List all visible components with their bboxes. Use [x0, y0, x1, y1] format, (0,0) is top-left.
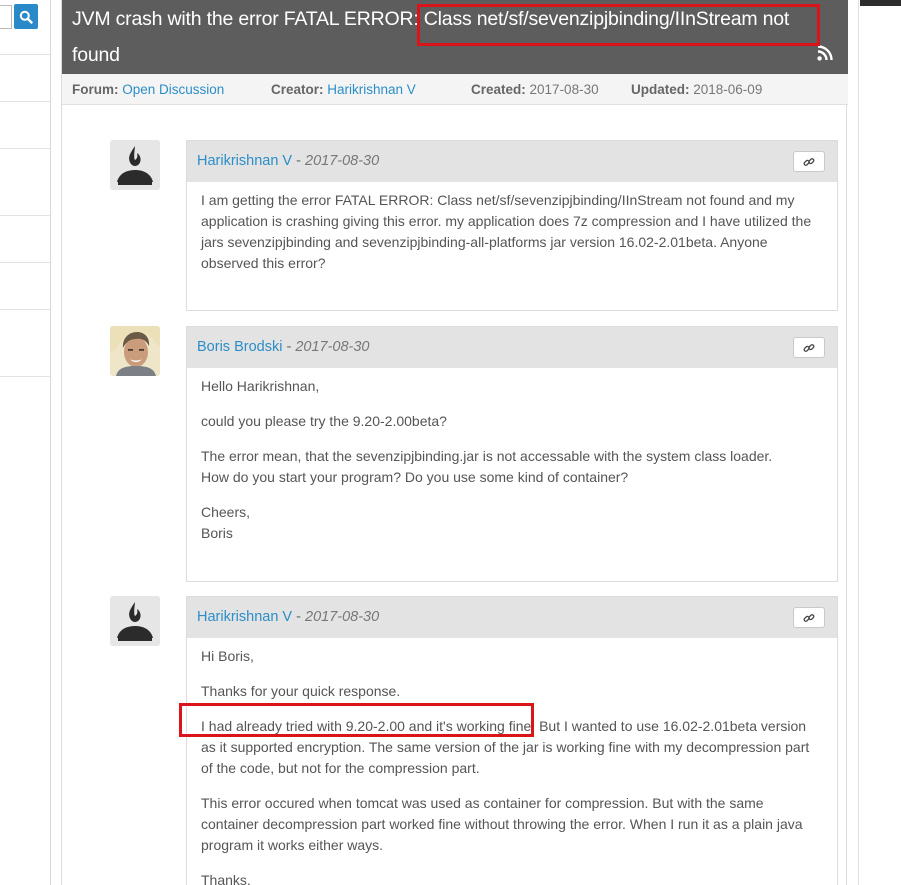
post-separator: - — [296, 609, 301, 625]
sourceforge-default-avatar-icon — [110, 596, 160, 646]
permalink-button[interactable] — [793, 151, 825, 172]
right-dark-bar — [860, 0, 901, 6]
post-paragraph: could you please try the 9.20-2.00beta? — [201, 413, 447, 429]
permalink-button[interactable] — [793, 337, 825, 358]
user-photo-avatar — [110, 326, 160, 376]
updated-value: 2018-06-09 — [693, 82, 763, 97]
meta-creator: Creator: Harikrishnan V — [271, 74, 416, 105]
post-paragraph: Thanks, — [201, 872, 251, 885]
post-paragraph: This error occured when tomcat was used … — [201, 795, 803, 853]
forum-label: Forum: — [72, 82, 119, 97]
post-date: 2017-08-30 — [305, 609, 380, 625]
sidebar-divider — [0, 376, 50, 377]
search-input[interactable] — [0, 5, 12, 29]
right-divider — [858, 0, 859, 885]
post-header: Harikrishnan V - 2017-08-30 — [187, 141, 837, 182]
post-box: Boris Brodski - 2017-08-30 Hello Harikri… — [186, 326, 838, 582]
post-separator: - — [286, 339, 292, 355]
post-paragraph: Cheers, — [201, 504, 251, 520]
post-box: Harikrishnan V - 2017-08-30 Hi Boris, Th… — [186, 596, 838, 885]
link-icon — [803, 343, 815, 352]
avatar[interactable] — [110, 596, 160, 646]
post-header: Boris Brodski - 2017-08-30 — [187, 327, 837, 368]
post-body: I am getting the error FATAL ERROR: Clas… — [187, 182, 837, 274]
link-icon — [803, 157, 815, 166]
sidebar-divider — [0, 54, 50, 55]
post-paragraph: How do you start your program? Do you us… — [201, 469, 629, 485]
post-author-link[interactable]: Harikrishnan V — [197, 609, 292, 625]
post-date: 2017-08-30 — [305, 153, 380, 169]
updated-label: Updated: — [631, 82, 690, 97]
post-date: 2017-08-30 — [295, 339, 370, 355]
search-icon — [19, 10, 33, 24]
rss-icon[interactable] — [817, 45, 833, 61]
post-body: Hello Harikrishnan, could you please try… — [187, 368, 837, 544]
sidebar-divider — [0, 101, 50, 102]
creator-link[interactable]: Harikrishnan V — [327, 82, 416, 97]
sidebar-divider — [0, 309, 50, 310]
post-paragraph: Hello Harikrishnan, — [201, 378, 320, 394]
meta-updated: Updated: 2018-06-09 — [631, 74, 762, 105]
post-paragraph: Boris — [201, 525, 233, 541]
meta-created: Created: 2017-08-30 — [471, 74, 599, 105]
post-paragraph: I am getting the error FATAL ERROR: Clas… — [201, 192, 812, 271]
search-button[interactable] — [14, 4, 38, 29]
post-box: Harikrishnan V - 2017-08-30 I am getting… — [186, 140, 838, 311]
created-value: 2017-08-30 — [529, 82, 599, 97]
permalink-button[interactable] — [793, 607, 825, 628]
created-label: Created: — [471, 82, 526, 97]
topic-panel: JVM crash with the error FATAL ERROR: Cl… — [61, 0, 848, 885]
post-author-link[interactable]: Harikrishnan V — [197, 153, 292, 169]
post-paragraph: Thanks for your quick response. — [201, 683, 401, 699]
link-icon — [803, 613, 815, 622]
post-header: Harikrishnan V - 2017-08-30 — [187, 597, 837, 638]
sidebar-divider — [0, 215, 50, 216]
sidebar-divider — [0, 148, 50, 149]
left-sidebar — [0, 0, 51, 885]
creator-label: Creator: — [271, 82, 324, 97]
post-paragraph: The error mean, that the sevenzipjbindin… — [201, 448, 773, 464]
avatar[interactable] — [110, 326, 160, 376]
sidebar-divider — [0, 262, 50, 263]
post-author-link[interactable]: Boris Brodski — [197, 339, 282, 355]
post-body: Hi Boris, Thanks for your quick response… — [187, 638, 837, 885]
forum-link[interactable]: Open Discussion — [122, 82, 224, 97]
meta-forum: Forum: Open Discussion — [72, 74, 224, 105]
topic-meta-bar: Forum: Open Discussion Creator: Harikris… — [62, 74, 848, 105]
post-paragraph: Hi Boris, — [201, 648, 254, 664]
sourceforge-default-avatar-icon — [110, 140, 160, 190]
post-separator: - — [296, 153, 301, 169]
avatar[interactable] — [110, 140, 160, 190]
highlight-box — [417, 4, 820, 46]
highlight-box — [179, 703, 534, 737]
